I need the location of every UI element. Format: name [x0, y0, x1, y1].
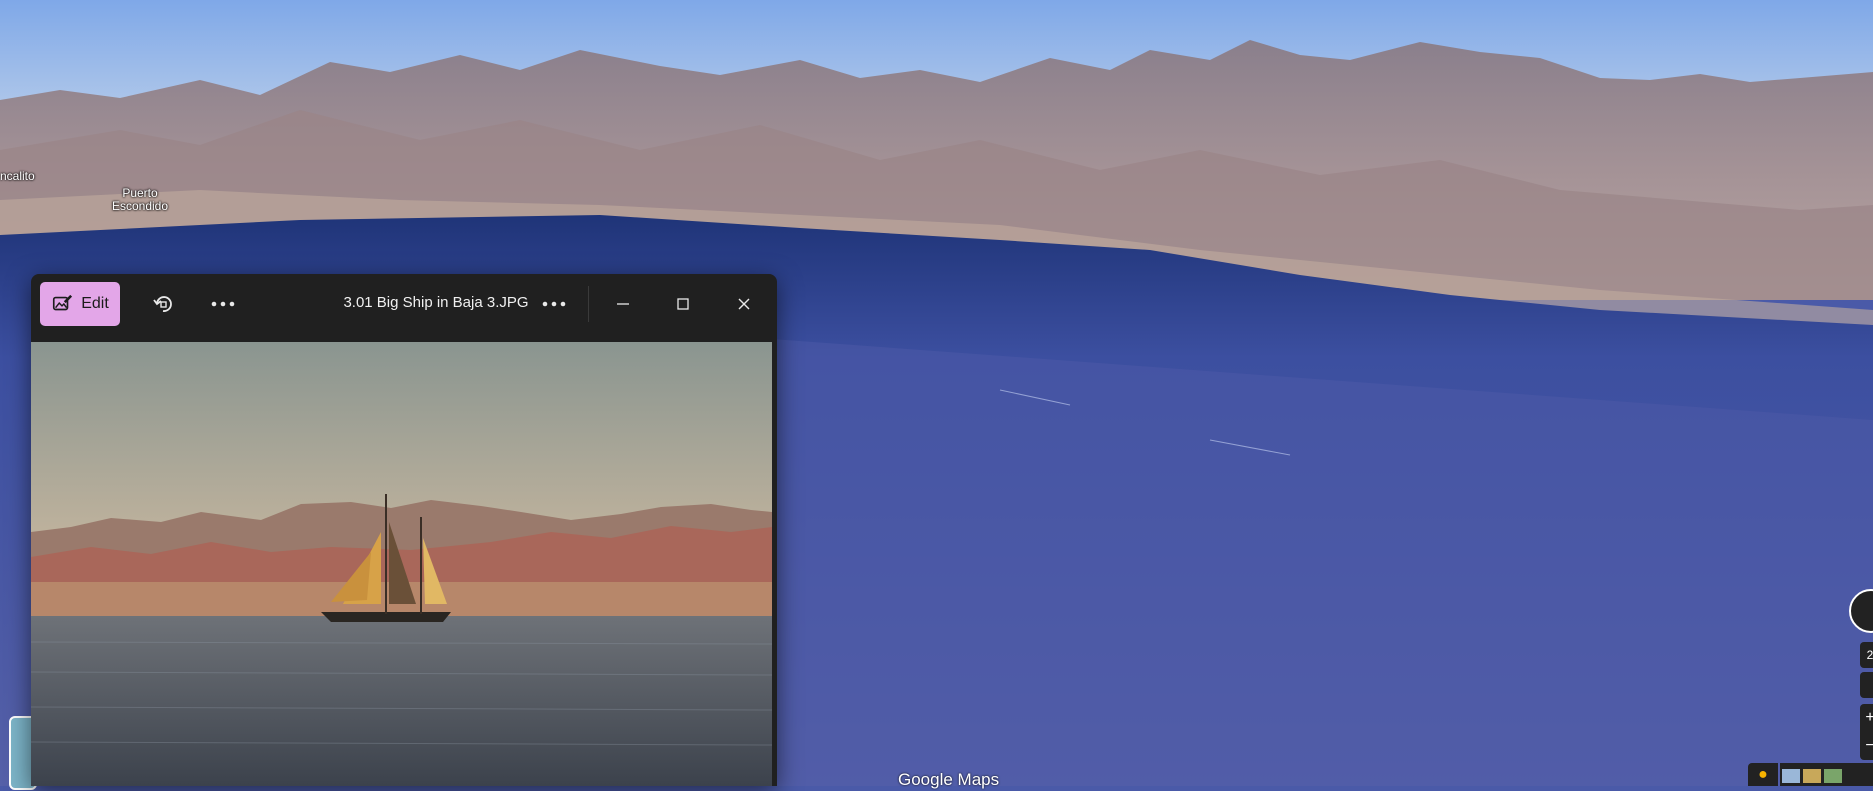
edit-button[interactable]: Edit — [40, 282, 120, 326]
photo-canvas[interactable] — [31, 342, 772, 786]
rotate-icon[interactable] — [145, 286, 181, 322]
layer-thumbnails[interactable] — [1780, 763, 1873, 786]
google-maps-logo: Google Maps — [898, 770, 1000, 789]
map-place-label[interactable]: ncalito — [0, 170, 35, 183]
layer-thumb[interactable] — [1803, 769, 1821, 783]
more-options-icon[interactable] — [536, 286, 572, 322]
sailing-ship-photo — [31, 342, 772, 786]
more-icon[interactable] — [205, 286, 241, 322]
tilt-button[interactable]: 2 — [1860, 642, 1873, 668]
edit-photo-icon — [53, 294, 73, 311]
close-icon[interactable] — [726, 286, 762, 322]
map-place-label-puerto-escondido[interactable]: Puerto Escondido — [104, 187, 176, 213]
pegman-icon[interactable]: ● — [1748, 763, 1778, 786]
zoom-out-icon[interactable]: − — [1860, 732, 1873, 760]
minimize-icon[interactable] — [605, 286, 641, 322]
photo-viewer-window: Edit 3.01 Big Ship in Baja 3.JPG — [31, 274, 777, 786]
maximize-icon[interactable] — [665, 286, 701, 322]
divider — [588, 286, 589, 322]
zoom-in-icon[interactable]: + — [1860, 704, 1873, 732]
layer-thumb[interactable] — [1782, 769, 1800, 783]
zoom-control[interactable]: + − — [1860, 704, 1873, 760]
title-bar[interactable]: Edit 3.01 Big Ship in Baja 3.JPG — [31, 274, 777, 342]
layer-thumb[interactable] — [1824, 769, 1842, 783]
rotate-map-button[interactable] — [1860, 672, 1873, 698]
edit-label: Edit — [81, 295, 109, 312]
